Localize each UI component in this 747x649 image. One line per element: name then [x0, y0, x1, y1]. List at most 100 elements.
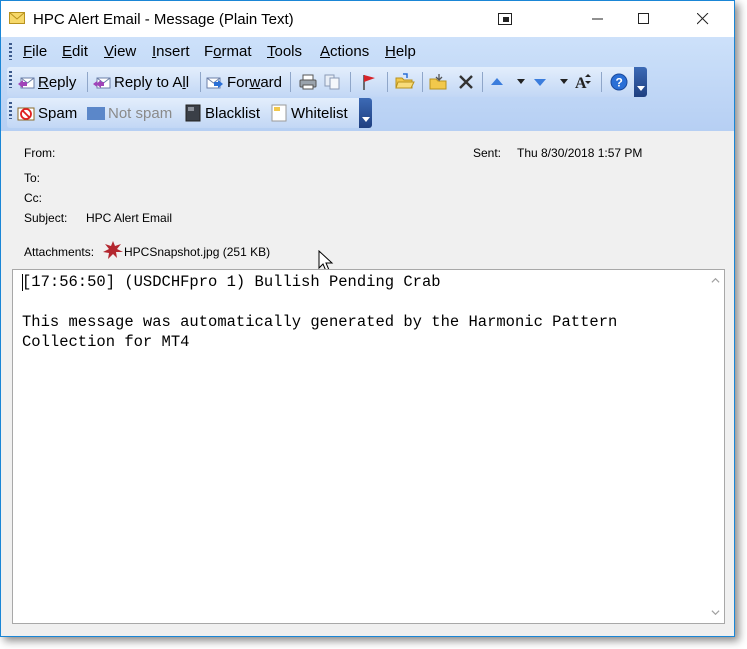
move-to-folder-icon[interactable]: [429, 73, 449, 91]
menu-file-label: ile: [32, 43, 48, 60]
copy-icon[interactable]: [323, 73, 341, 91]
spam-toolbar: Spam Not spam Blacklist Whitelist: [7, 98, 372, 128]
delete-icon[interactable]: [458, 73, 474, 91]
whitelist-label: Whitelist: [291, 104, 348, 122]
separator: [482, 72, 483, 92]
vertical-scrollbar[interactable]: [707, 270, 724, 623]
spam-icon: [17, 107, 35, 121]
menu-edit-accel: E: [62, 43, 73, 60]
menu-view-label: iew: [113, 43, 137, 60]
menu-actions[interactable]: Actions: [320, 43, 369, 60]
next-item-icon[interactable]: [533, 75, 547, 89]
scroll-up-icon[interactable]: [711, 276, 720, 285]
maximize-icon: [638, 13, 649, 24]
menu-tools-accel: T: [267, 43, 275, 60]
from-label: From:: [24, 146, 56, 160]
body-line-4: Collection for MT4: [22, 333, 190, 351]
menu-actions-accel: A: [320, 43, 331, 60]
message-body[interactable]: [17:56:50] (USDCHFpro 1) Bullish Pending…: [12, 269, 725, 624]
menu-help-accel: H: [385, 43, 396, 60]
menu-format-pre: F: [204, 43, 214, 60]
help-icon[interactable]: ?: [610, 73, 628, 91]
menu-format-label: rmat: [221, 43, 252, 60]
toolbar-options-chevron[interactable]: [634, 67, 647, 97]
attachments-label: Attachments:: [24, 245, 95, 259]
menu-edit-label: dit: [72, 43, 88, 60]
reply-all-button[interactable]: Reply to All: [93, 72, 189, 92]
message-body-text: [17:56:50] (USDCHFpro 1) Bullish Pending…: [22, 272, 617, 352]
separator: [200, 72, 201, 92]
maximize-button[interactable]: [621, 1, 667, 37]
message-header: From: Sent: Thu 8/30/2018 1:57 PM To: Cc…: [1, 131, 734, 265]
blacklist-button[interactable]: Blacklist: [184, 103, 260, 123]
not-spam-icon: [87, 107, 105, 120]
chevron-down-icon[interactable]: [516, 78, 526, 86]
separator: [601, 72, 602, 92]
body-line-3: This message was automatically generated…: [22, 313, 618, 331]
scroll-down-icon[interactable]: [711, 608, 720, 617]
menubar-grip[interactable]: [9, 43, 12, 60]
reply-rest: eply: [48, 73, 77, 91]
cc-label: Cc:: [24, 191, 42, 205]
menu-tools[interactable]: Tools: [267, 43, 302, 60]
attachment-hpcsnapshot[interactable]: HPCSnapshot.jpg (251 KB): [124, 245, 270, 259]
menu-edit[interactable]: Edit: [62, 43, 88, 60]
svg-text:A: A: [575, 75, 587, 92]
flag-icon[interactable]: [361, 73, 377, 91]
menu-help[interactable]: Help: [385, 43, 416, 60]
toolbar-grip[interactable]: [9, 71, 12, 88]
menu-tools-label: ools: [274, 43, 303, 60]
forward-button[interactable]: Forward: [206, 72, 282, 92]
reply-all-rest: l: [185, 73, 190, 91]
forward-pre: For: [227, 73, 250, 91]
body-line-2: [22, 292, 617, 312]
title-bar[interactable]: HPC Alert Email - Message (Plain Text): [1, 1, 734, 37]
forward-rest: ard: [260, 73, 283, 91]
whitelist-button[interactable]: Whitelist: [270, 103, 348, 123]
separator: [422, 72, 423, 92]
font-size-icon[interactable]: A: [574, 72, 594, 92]
menu-bar: File Edit View Insert Format Tools Actio…: [7, 39, 636, 64]
menu-view-accel: V: [104, 43, 114, 60]
sent-value: Thu 8/30/2018 1:57 PM: [517, 146, 643, 160]
subject-label: Subject:: [24, 211, 68, 225]
not-spam-label: Not spam: [108, 104, 173, 122]
menu-file[interactable]: File: [23, 43, 47, 60]
attachment-file-icon: [103, 241, 123, 259]
reply-all-icon: [93, 77, 111, 89]
minimize-icon: [592, 18, 603, 20]
blacklist-icon: [185, 104, 201, 122]
not-spam-button[interactable]: Not spam: [87, 103, 172, 123]
menu-format[interactable]: Format: [204, 43, 252, 60]
spambar-grip[interactable]: [9, 102, 12, 119]
reply-all-pre: Reply to A: [114, 73, 183, 91]
menu-view[interactable]: View: [104, 43, 136, 60]
close-icon: [697, 13, 709, 25]
reply-button[interactable]: Reply: [17, 72, 76, 92]
reply-label: Reply: [38, 74, 76, 91]
envelope-icon: [9, 12, 25, 24]
minimize-button[interactable]: [575, 1, 621, 37]
text-caret: [22, 274, 23, 291]
spambar-options-chevron[interactable]: [359, 98, 372, 128]
spam-button[interactable]: Spam: [17, 103, 77, 123]
standard-toolbar: Reply Reply to All Forward A ?: [7, 67, 647, 97]
menu-format-accel: o: [213, 43, 222, 60]
menu-help-label: elp: [395, 43, 416, 60]
previous-item-icon[interactable]: [490, 75, 504, 89]
window-title: HPC Alert Email - Message (Plain Text): [33, 11, 294, 28]
separator: [350, 72, 351, 92]
spam-label: Spam: [38, 104, 78, 122]
whitelist-icon: [271, 104, 287, 122]
menu-insert[interactable]: Insert: [152, 43, 190, 60]
reply-icon: [18, 77, 35, 89]
separator: [387, 72, 388, 92]
open-folder-icon[interactable]: [395, 73, 415, 91]
chevron-down-icon[interactable]: [559, 78, 569, 86]
menu-actions-label: ctions: [330, 43, 370, 60]
close-button[interactable]: [680, 1, 726, 37]
body-line-1: [17:56:50] (USDCHFpro 1) Bullish Pending…: [22, 273, 441, 291]
print-icon[interactable]: [299, 73, 317, 91]
window-layout-icon: [498, 13, 512, 25]
restore-layout-button[interactable]: [482, 1, 528, 37]
